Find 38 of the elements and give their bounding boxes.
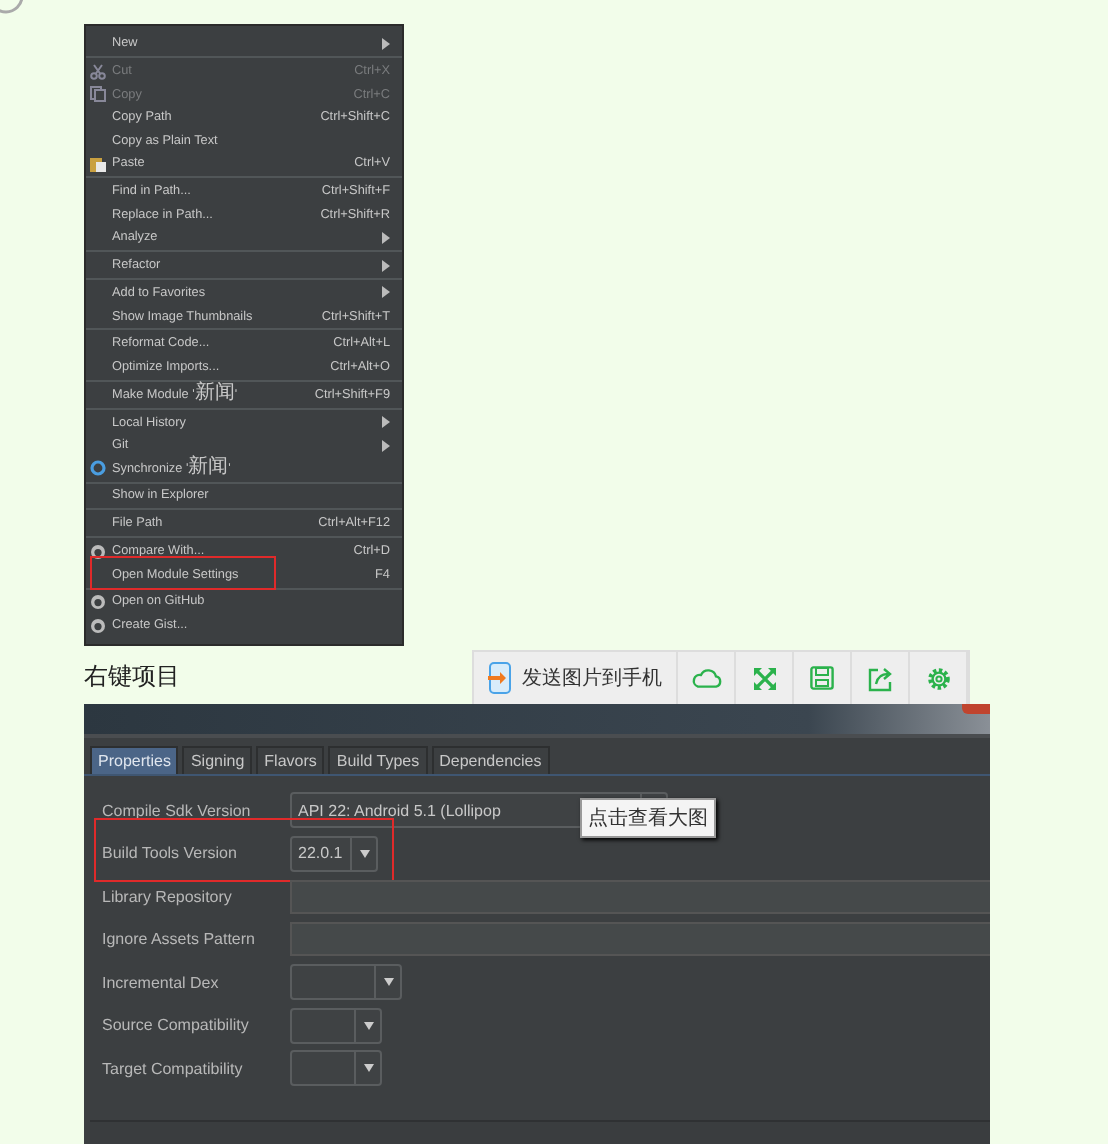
scissors-icon: [90, 63, 106, 80]
clipboard-icon: [90, 155, 106, 172]
dropdown[interactable]: [290, 964, 402, 1001]
input-field[interactable]: [290, 922, 990, 957]
dropdown[interactable]: 22.0.1: [290, 835, 379, 872]
field-label: Library Repository: [102, 887, 234, 906]
dropdown-arrow-icon: [359, 849, 370, 858]
tab[interactable]: Flavors: [256, 746, 325, 775]
copy-icon: [90, 86, 106, 103]
field-label: Ignore Assets Pattern: [102, 930, 257, 949]
field-label: Target Compatibility: [102, 1059, 245, 1078]
input-field[interactable]: [290, 879, 990, 914]
close-button[interactable]: [962, 704, 990, 715]
share-icon: [867, 665, 893, 692]
phone-icon: [488, 662, 512, 695]
dropdown-arrow-icon: [363, 1064, 373, 1073]
field-label: Compile Sdk Version: [102, 801, 253, 820]
caption-text: 右键项目: [84, 660, 180, 695]
circle-icon: [90, 593, 106, 610]
expand-icon: [753, 667, 775, 690]
tab[interactable]: Dependencies: [431, 746, 550, 775]
dropdown[interactable]: [290, 1007, 382, 1044]
field-label: Incremental Dex: [102, 973, 221, 992]
tab[interactable]: Build Types: [328, 746, 428, 775]
dropdown-arrow-icon: [383, 978, 393, 987]
cloud-icon: [691, 668, 721, 689]
tooltip: 点击查看大图: [580, 798, 716, 839]
tab[interactable]: Properties: [90, 746, 179, 775]
settings-icon: [925, 665, 951, 692]
save-icon: [810, 666, 834, 691]
field-label: Source Compatibility: [102, 1016, 251, 1035]
tab[interactable]: Signing: [182, 746, 253, 775]
dropdown[interactable]: [290, 1050, 382, 1087]
circle-icon: [90, 543, 106, 560]
circle-icon: [90, 617, 106, 634]
field-label: Build Tools Version: [102, 844, 239, 863]
sync-icon: [90, 460, 106, 477]
dropdown-arrow-icon: [363, 1021, 373, 1030]
